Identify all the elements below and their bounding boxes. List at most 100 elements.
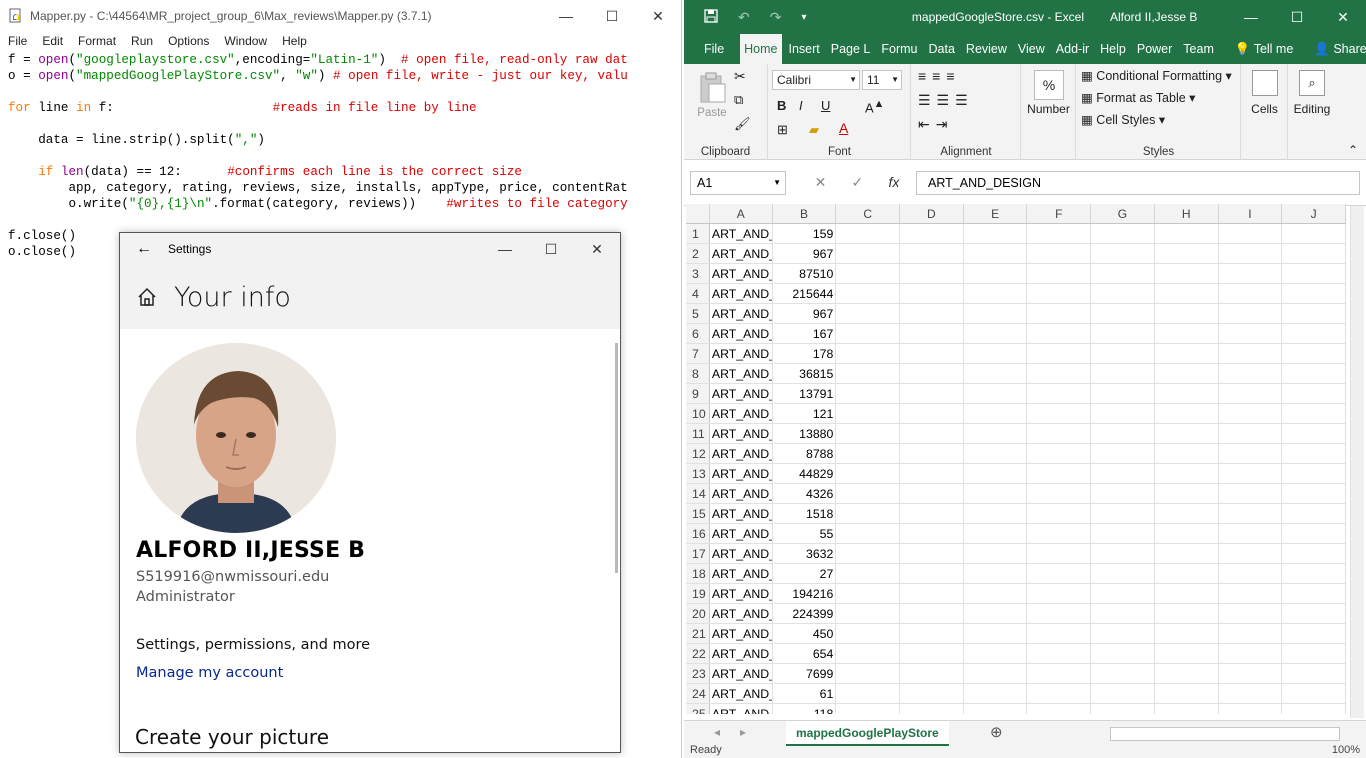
empty-cell[interactable]	[836, 644, 901, 663]
borders-icon[interactable]: ⊞	[777, 122, 788, 138]
empty-cell[interactable]	[1155, 704, 1219, 714]
empty-cell[interactable]	[1282, 424, 1346, 443]
empty-cell[interactable]	[1027, 544, 1092, 563]
empty-cell[interactable]	[1282, 344, 1346, 363]
empty-cell[interactable]	[1219, 324, 1283, 343]
empty-cell[interactable]	[836, 624, 901, 643]
empty-cell[interactable]	[1155, 504, 1219, 523]
tell-me-search[interactable]: 💡 Tell me	[1231, 34, 1297, 64]
empty-cell[interactable]	[1155, 544, 1219, 563]
column-header-e[interactable]: E	[964, 204, 1028, 223]
empty-cell[interactable]	[1282, 464, 1346, 483]
empty-cell[interactable]	[1219, 224, 1283, 243]
empty-cell[interactable]	[1282, 304, 1346, 323]
empty-cell[interactable]	[1091, 364, 1155, 383]
row-header[interactable]: 10	[686, 404, 710, 423]
empty-cell[interactable]	[1091, 444, 1155, 463]
empty-cell[interactable]	[1282, 584, 1346, 603]
row-header[interactable]: 23	[686, 664, 710, 683]
fill-color-icon[interactable]: ▰	[809, 122, 819, 138]
menu-window[interactable]: Window	[224, 32, 267, 50]
menu-options[interactable]: Options	[168, 32, 209, 50]
grow-font-button[interactable]: A▲	[865, 98, 884, 115]
empty-cell[interactable]	[836, 364, 901, 383]
empty-cell[interactable]	[964, 564, 1028, 583]
cell-b[interactable]: 121	[773, 404, 837, 423]
settings-titlebar[interactable]: ← Settings — ☐ ✕	[120, 233, 620, 265]
empty-cell[interactable]	[836, 604, 901, 623]
cell-a[interactable]: ART_AND_	[710, 524, 773, 543]
row-header[interactable]: 12	[686, 444, 710, 463]
empty-cell[interactable]	[1091, 384, 1155, 403]
empty-cell[interactable]	[1282, 564, 1346, 583]
format-painter-icon[interactable]: 🖌	[734, 116, 751, 132]
tab-formulas[interactable]: Formu	[877, 34, 921, 64]
empty-cell[interactable]	[1027, 364, 1092, 383]
empty-cell[interactable]	[1282, 404, 1346, 423]
empty-cell[interactable]	[900, 564, 964, 583]
cell-a[interactable]: ART_AND_	[710, 504, 773, 523]
empty-cell[interactable]	[1155, 244, 1219, 263]
row-header[interactable]: 18	[686, 564, 710, 583]
empty-cell[interactable]	[900, 704, 964, 714]
cell-a[interactable]: ART_AND_	[710, 384, 773, 403]
tab-power[interactable]: Power	[1133, 34, 1176, 64]
empty-cell[interactable]	[900, 644, 964, 663]
empty-cell[interactable]	[964, 464, 1028, 483]
settings-minimize-button[interactable]: —	[482, 233, 528, 265]
cell-b[interactable]: 178	[773, 344, 837, 363]
redo-icon[interactable]: ↷	[770, 9, 782, 26]
empty-cell[interactable]	[1282, 484, 1346, 503]
empty-cell[interactable]	[836, 484, 901, 503]
empty-cell[interactable]	[1091, 644, 1155, 663]
cell-a[interactable]: ART_AND_	[710, 684, 773, 703]
empty-cell[interactable]	[1219, 484, 1283, 503]
empty-cell[interactable]	[1282, 284, 1346, 303]
empty-cell[interactable]	[1091, 704, 1155, 714]
empty-cell[interactable]	[1155, 384, 1219, 403]
empty-cell[interactable]	[1155, 664, 1219, 683]
empty-cell[interactable]	[1027, 444, 1092, 463]
column-header-d[interactable]: D	[900, 204, 964, 223]
font-size-select[interactable]: 11 ▼	[862, 70, 902, 90]
cell-b[interactable]: 194216	[773, 584, 837, 603]
code-editor[interactable]: f = open("googleplaystore.csv",encoding=…	[8, 52, 668, 260]
empty-cell[interactable]	[1027, 644, 1092, 663]
empty-cell[interactable]	[1027, 264, 1092, 283]
row-header[interactable]: 14	[686, 484, 710, 503]
cell-a[interactable]: ART_AND_	[710, 344, 773, 363]
empty-cell[interactable]	[900, 364, 964, 383]
empty-cell[interactable]	[964, 344, 1028, 363]
cell-b[interactable]: 967	[773, 244, 837, 263]
empty-cell[interactable]	[1219, 584, 1283, 603]
menu-help[interactable]: Help	[282, 32, 307, 50]
empty-cell[interactable]	[1219, 644, 1283, 663]
empty-cell[interactable]	[900, 344, 964, 363]
empty-cell[interactable]	[836, 424, 901, 443]
empty-cell[interactable]	[1091, 464, 1155, 483]
column-header-i[interactable]: I	[1219, 204, 1283, 223]
empty-cell[interactable]	[964, 604, 1028, 623]
empty-cell[interactable]	[1155, 604, 1219, 623]
empty-cell[interactable]	[1091, 504, 1155, 523]
empty-cell[interactable]	[1282, 324, 1346, 343]
tab-insert[interactable]: Insert	[785, 34, 824, 64]
row-header[interactable]: 20	[686, 604, 710, 623]
cell-a[interactable]: ART_AND_	[710, 564, 773, 583]
collapse-ribbon-icon[interactable]: ⌃	[1348, 143, 1358, 157]
empty-cell[interactable]	[1282, 684, 1346, 703]
empty-cell[interactable]	[1091, 604, 1155, 623]
empty-cell[interactable]	[964, 264, 1028, 283]
tab-addins[interactable]: Add-ir	[1052, 34, 1093, 64]
cell-a[interactable]: ART_AND_	[710, 424, 773, 443]
empty-cell[interactable]	[964, 304, 1028, 323]
empty-cell[interactable]	[900, 684, 964, 703]
empty-cell[interactable]	[1155, 564, 1219, 583]
empty-cell[interactable]	[964, 384, 1028, 403]
empty-cell[interactable]	[1027, 284, 1092, 303]
empty-cell[interactable]	[900, 464, 964, 483]
column-header-b[interactable]: B	[773, 204, 837, 223]
next-sheet-icon[interactable]: ▸	[740, 725, 746, 739]
empty-cell[interactable]	[836, 464, 901, 483]
column-header-f[interactable]: F	[1027, 204, 1092, 223]
